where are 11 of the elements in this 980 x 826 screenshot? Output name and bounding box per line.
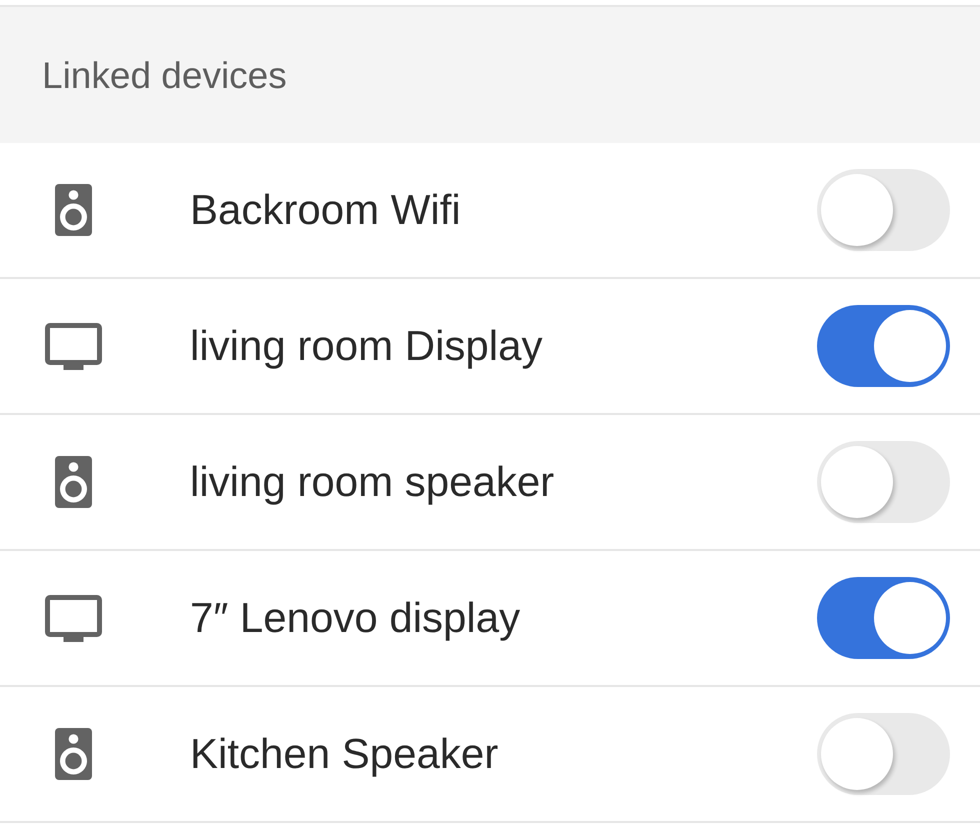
device-name: Kitchen Speaker — [190, 733, 500, 775]
device-name: Backroom Wifi — [190, 189, 462, 231]
speaker-icon — [55, 184, 92, 236]
speaker-icon — [55, 728, 92, 780]
monitor-icon — [45, 594, 102, 642]
device-name: living room speaker — [190, 461, 556, 503]
device-name: living room Display — [190, 325, 544, 367]
device-name: 7″ Lenovo display — [190, 597, 522, 639]
monitor-icon — [45, 322, 102, 370]
speaker-icon — [55, 456, 92, 508]
section-title: Linked devices — [42, 56, 287, 94]
